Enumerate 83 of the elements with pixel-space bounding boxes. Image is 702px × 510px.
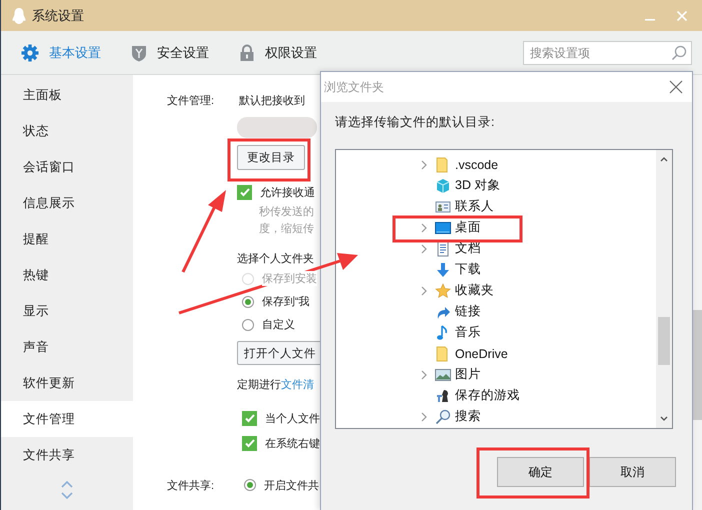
shield-icon	[131, 44, 147, 62]
sidebar-item[interactable]: 声音	[1, 329, 133, 365]
scrollbar-thumb[interactable]	[658, 317, 670, 365]
cube-icon	[435, 178, 451, 194]
cleanup-link[interactable]: 文件清	[281, 379, 314, 391]
settings-tab[interactable]: 安全设置	[131, 44, 209, 62]
radio-label: 自定义	[262, 318, 295, 332]
folder-tree-item[interactable]: 音乐	[455, 324, 481, 341]
checkbox[interactable]	[242, 410, 257, 426]
folder-tree-item[interactable]: 图片	[455, 366, 481, 383]
folder-tree-item[interactable]: 收藏夹	[455, 282, 494, 299]
checkbox[interactable]	[242, 436, 257, 450]
scrollbar[interactable]	[692, 75, 702, 510]
document-icon	[435, 240, 451, 256]
scrollbar[interactable]	[656, 150, 672, 428]
open-folder-button[interactable]: 打开个人文件	[237, 341, 323, 365]
description-text: 默认把接收到	[239, 94, 305, 108]
radio-button[interactable]	[242, 318, 254, 330]
search-field[interactable]: 搜索设置项	[523, 40, 692, 64]
chevron-icon[interactable]	[421, 222, 427, 232]
lock-icon	[239, 44, 255, 62]
settings-tab[interactable]: 权限设置	[239, 44, 317, 62]
scroll-down-icon[interactable]	[660, 416, 668, 422]
folder-tree-item[interactable]: 桌面	[455, 219, 481, 236]
contact-card-icon	[435, 198, 451, 214]
chevron-icon[interactable]	[421, 244, 427, 254]
chevron-icon[interactable]	[421, 286, 427, 296]
radio-label: 开启文件共	[264, 478, 319, 492]
sidebar-item[interactable]: 热键	[1, 257, 133, 293]
star-icon	[435, 282, 451, 298]
desktop-icon	[435, 220, 451, 236]
gear-icon	[21, 44, 39, 62]
sidebar-item[interactable]: 状态	[1, 113, 133, 149]
folder-tree-item[interactable]: 3D 对象	[455, 177, 500, 194]
folder-tree-item[interactable]: 链接	[455, 303, 481, 320]
checkbox-label: 允许接收通	[260, 186, 315, 200]
dialog-button[interactable]: 确定	[497, 457, 584, 487]
checkbox[interactable]	[237, 184, 252, 200]
radio-button[interactable]	[244, 479, 256, 491]
chess-pieces-icon	[435, 388, 451, 404]
folder-tree-item[interactable]: 搜索	[455, 408, 481, 425]
chevron-icon[interactable]	[421, 160, 427, 170]
close-icon[interactable]	[669, 80, 683, 94]
folder-tree-item[interactable]: 下载	[455, 261, 481, 278]
radio-label: 保存到“我	[262, 295, 310, 309]
cleanup-text: 定期进行	[237, 379, 281, 391]
sidebar-item[interactable]: 文件管理	[1, 401, 133, 437]
search-icon	[671, 44, 687, 60]
radio-button[interactable]	[242, 296, 254, 308]
chevron-icon[interactable]	[421, 370, 427, 380]
dialog-button[interactable]: 取消	[589, 457, 676, 487]
chevron-icon[interactable]	[421, 412, 427, 422]
section-label: 文件共享:	[167, 478, 216, 492]
scroll-up-icon[interactable]	[660, 156, 668, 162]
checkbox-label: 当个人文件	[265, 412, 320, 426]
penguin-icon	[11, 6, 27, 24]
checkbox-label: 在系统右键	[265, 436, 320, 450]
folder-tree-item[interactable]: OneDrive	[455, 346, 508, 360]
note-text: 度，缩短传	[258, 222, 315, 237]
folder-heading: 选择个人文件夹	[237, 252, 315, 267]
window-title: 系统设置	[32, 6, 84, 24]
section-label: 文件管理:	[167, 94, 216, 108]
sidebar-item[interactable]: 软件更新	[1, 365, 133, 401]
folder-tree-item[interactable]: 保存的游戏	[455, 387, 520, 404]
folder-tree-item[interactable]: 文档	[455, 240, 481, 257]
sidebar-item[interactable]: 显示	[1, 293, 133, 329]
dialog-prompt: 请选择传输文件的默认目录:	[335, 114, 496, 131]
folder-tree-item[interactable]: .vscode	[455, 158, 498, 172]
landscape-picture-icon	[435, 366, 451, 382]
sidebar-item[interactable]: 会话窗口	[1, 149, 133, 185]
change-directory-button[interactable]: 更改目录	[237, 145, 305, 170]
dialog-title: 浏览文件夹	[324, 78, 384, 96]
sidebar-item[interactable]: 提醒	[1, 221, 133, 257]
sidebar-item[interactable]: 文件共享	[1, 437, 133, 473]
radio-label: 保存到安装	[262, 271, 317, 286]
settings-tab[interactable]: 基本设置	[21, 44, 101, 62]
down-arrow-icon	[435, 262, 451, 278]
sidebar-item[interactable]: 主面板	[1, 77, 133, 113]
scrollbar-thumb[interactable]	[692, 310, 702, 420]
sidebar-item[interactable]: 信息展示	[1, 185, 133, 221]
note-text: 秒传发送的	[258, 205, 315, 220]
search-icon	[435, 408, 451, 424]
folder-tree-item[interactable]: 联系人	[455, 198, 494, 215]
